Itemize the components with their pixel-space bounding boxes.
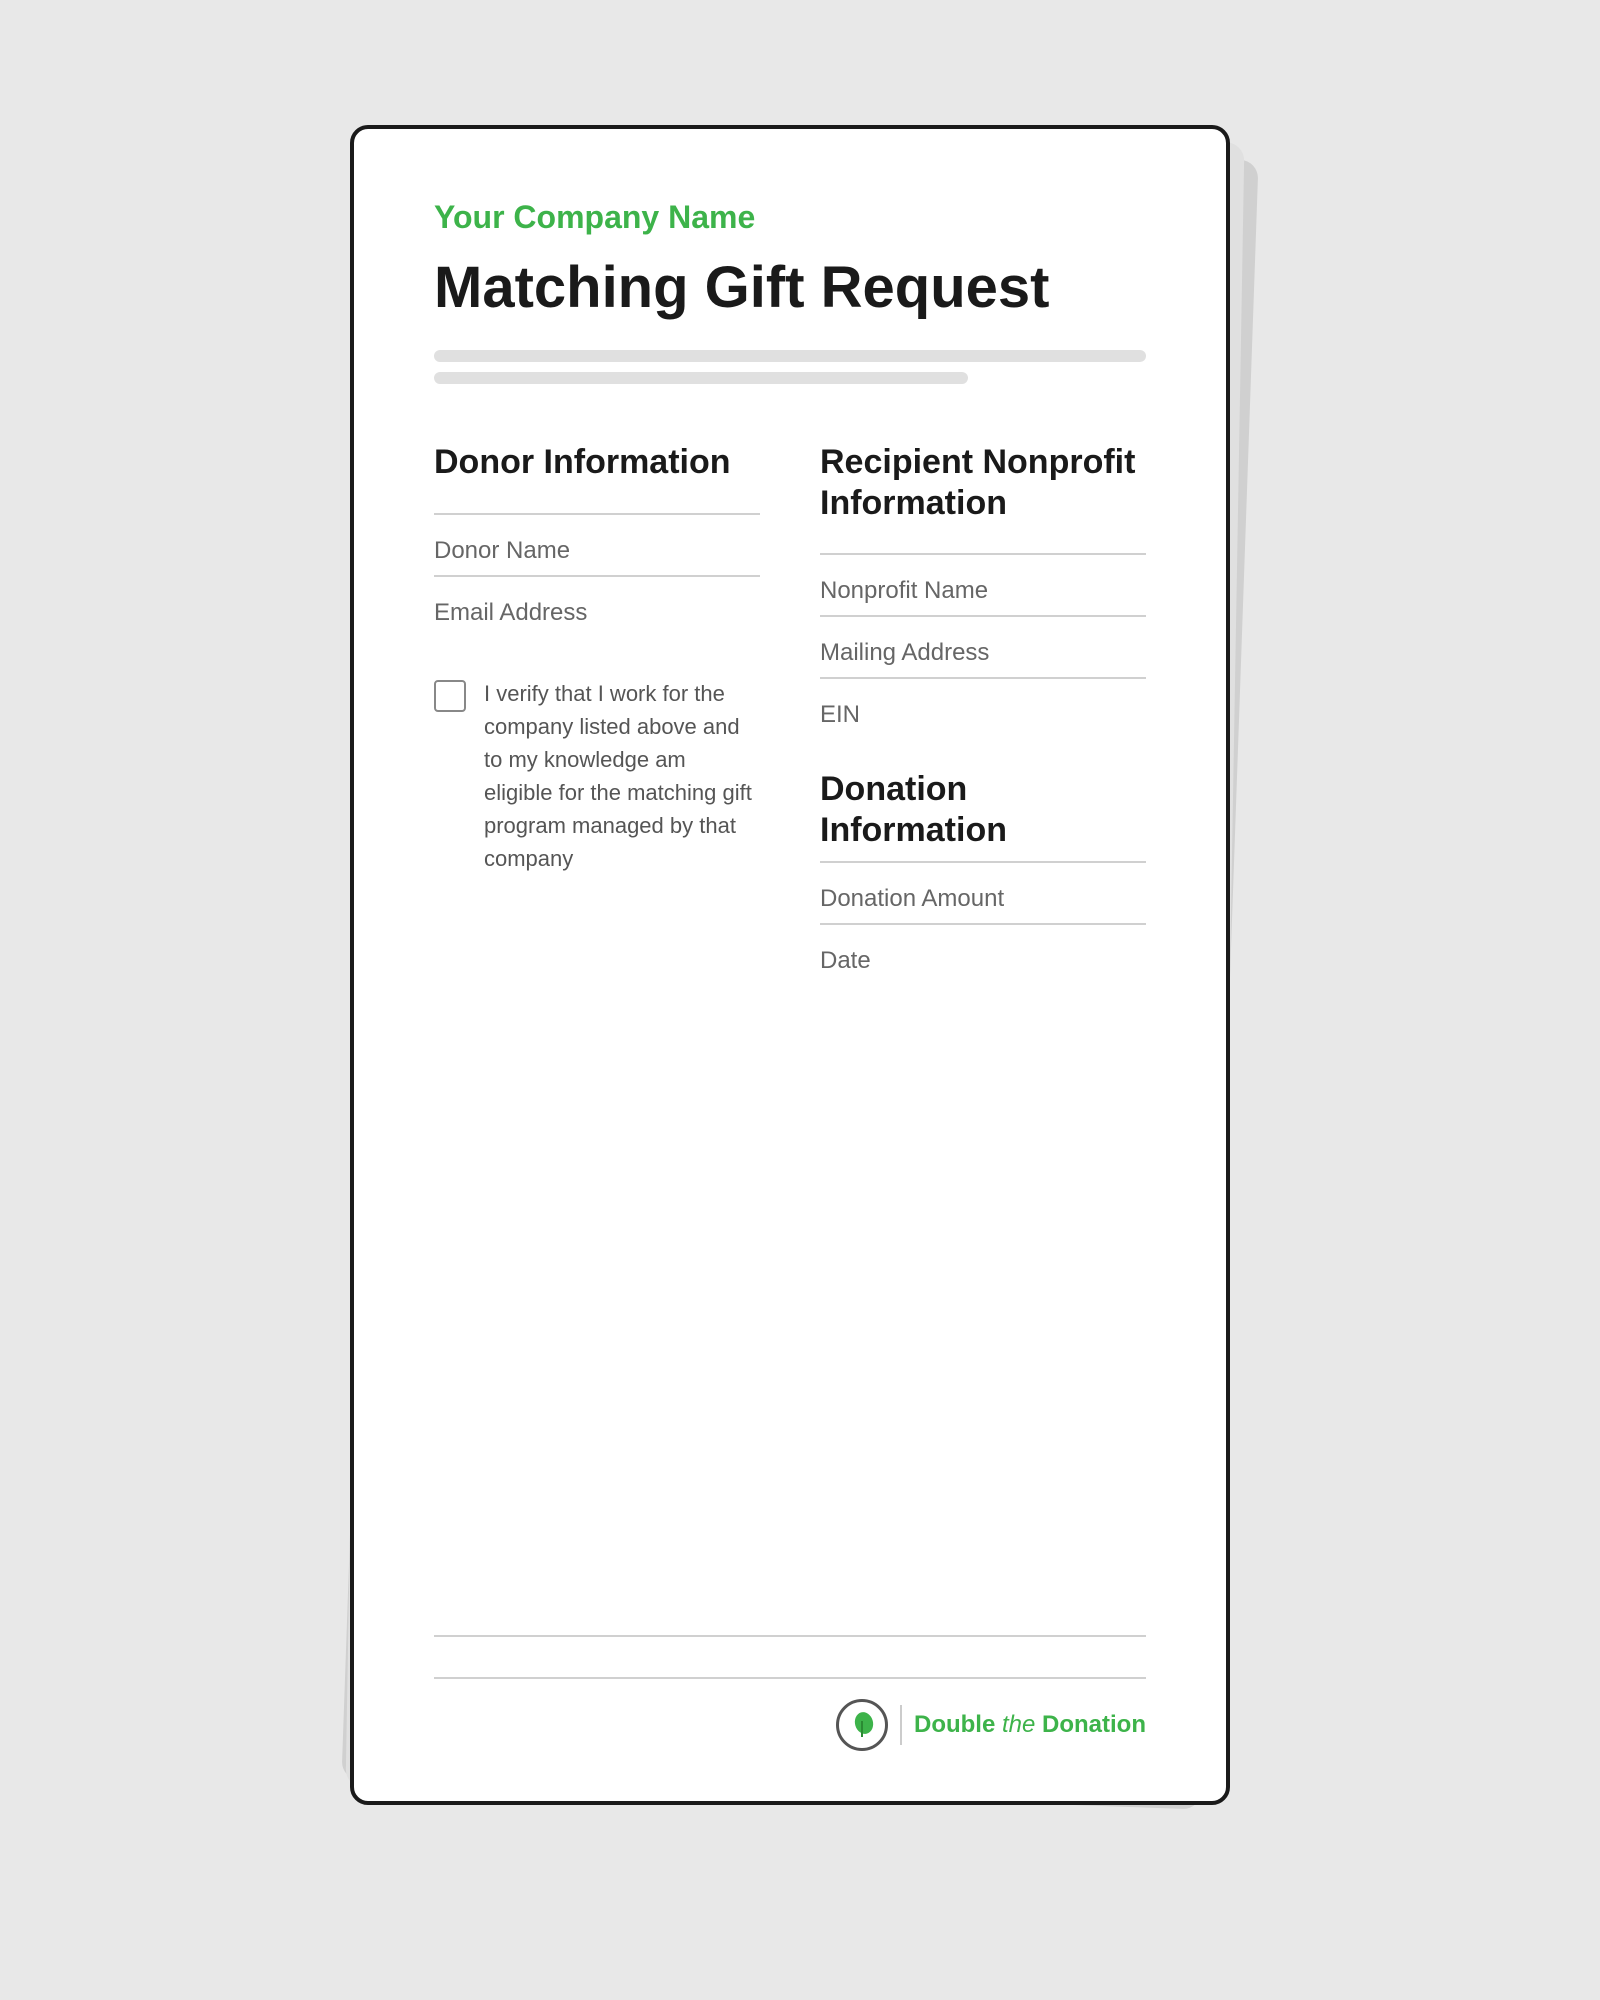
email-field[interactable]: Email Address <box>434 575 760 637</box>
footer: Double the Donation <box>434 1677 1146 1751</box>
recipient-column: Recipient Nonprofit Information Nonprofi… <box>820 442 1146 1605</box>
ein-field[interactable]: EIN <box>820 677 1146 739</box>
form-columns: Donor Information Donor Name Email Addre… <box>434 442 1146 1605</box>
progress-bars <box>434 350 1146 394</box>
donation-amount-label: Donation Amount <box>820 885 1146 913</box>
mailing-address-label: Mailing Address <box>820 639 1146 667</box>
main-card: Your Company Name Matching Gift Request … <box>350 125 1230 1805</box>
donation-amount-field[interactable]: Donation Amount <box>820 861 1146 923</box>
date-label: Date <box>820 947 1146 975</box>
date-field[interactable]: Date <box>820 923 1146 985</box>
verify-checkbox-label: I verify that I work for the company lis… <box>484 677 760 875</box>
footer-divider-line <box>434 1635 1146 1637</box>
verify-checkbox[interactable] <box>434 680 466 712</box>
dtd-logo-leaf-icon <box>848 1711 876 1739</box>
form-title: Matching Gift Request <box>434 256 1146 320</box>
donor-section-header: Donor Information <box>434 442 760 483</box>
footer-brand-double: Double <box>914 1711 1002 1738</box>
donation-section-header: Donation Information <box>820 769 1146 851</box>
donor-name-label: Donor Name <box>434 537 760 565</box>
email-label: Email Address <box>434 599 760 627</box>
footer-logo: Double the Donation <box>836 1699 1146 1751</box>
donation-section: Donation Information Donation Amount Dat… <box>820 769 1146 985</box>
page-wrapper: Your Company Name Matching Gift Request … <box>350 125 1250 1875</box>
dtd-logo-circle <box>836 1699 888 1751</box>
recipient-section: Recipient Nonprofit Information Nonprofi… <box>820 442 1146 740</box>
donor-name-field[interactable]: Donor Name <box>434 513 760 575</box>
recipient-section-header: Recipient Nonprofit Information <box>820 442 1146 524</box>
nonprofit-name-field[interactable]: Nonprofit Name <box>820 553 1146 615</box>
footer-brand-the: the <box>1002 1711 1042 1738</box>
progress-bar-1 <box>434 350 1146 362</box>
footer-brand-text: Double the Donation <box>914 1711 1146 1739</box>
ein-label: EIN <box>820 701 1146 729</box>
mailing-address-field[interactable]: Mailing Address <box>820 615 1146 677</box>
donor-column: Donor Information Donor Name Email Addre… <box>434 442 760 1605</box>
progress-bar-2 <box>434 372 968 384</box>
verify-checkbox-area[interactable]: I verify that I work for the company lis… <box>434 662 760 875</box>
footer-brand-divider <box>900 1705 902 1745</box>
footer-brand-donation: Donation <box>1042 1711 1146 1738</box>
nonprofit-name-label: Nonprofit Name <box>820 577 1146 605</box>
company-name: Your Company Name <box>434 199 1146 236</box>
